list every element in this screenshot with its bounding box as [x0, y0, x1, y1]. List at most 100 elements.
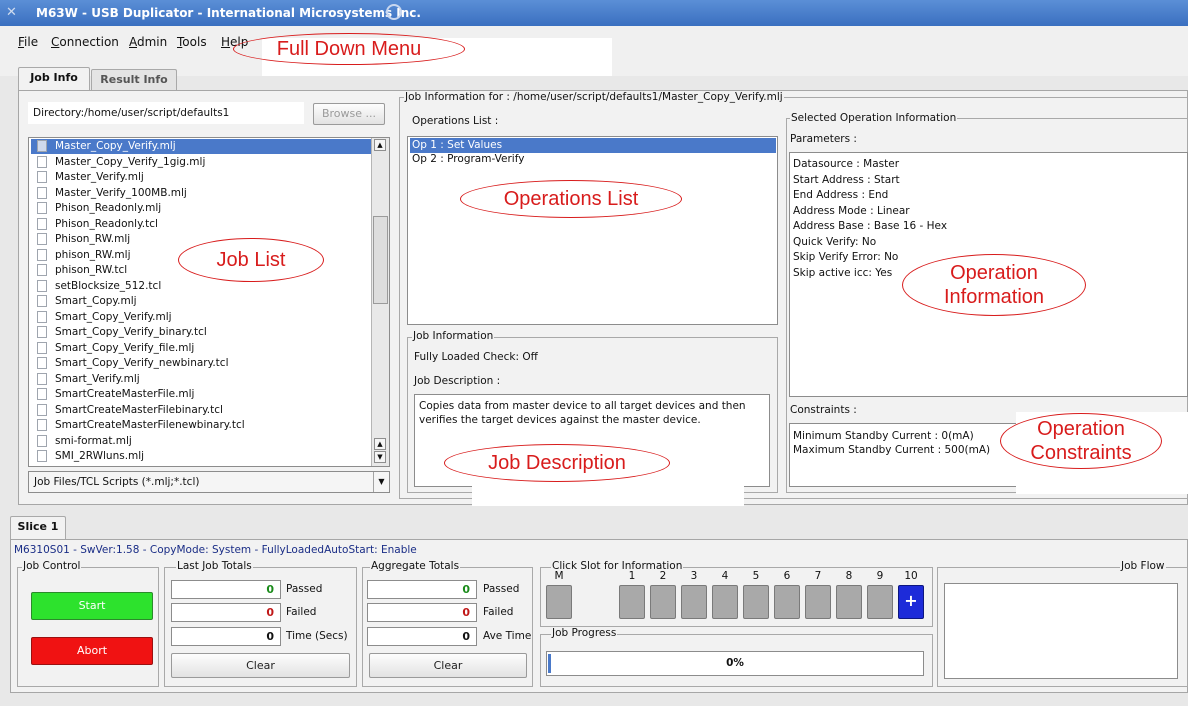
- slot-button[interactable]: [743, 585, 769, 619]
- aggregate-passed-count: 0: [367, 580, 477, 599]
- job-list-item[interactable]: SmartCreateMasterFile.mlj: [31, 387, 373, 402]
- constraint-line: Maximum Standby Current : 500(mA): [793, 444, 991, 456]
- job-list-item[interactable]: SmartCreateMasterFilenewbinary.tcl: [31, 418, 373, 433]
- slot-button[interactable]: [650, 585, 676, 619]
- chevron-down-icon[interactable]: ▼: [373, 472, 389, 492]
- job-list-item-label: Phison_Readonly.mlj: [55, 202, 162, 214]
- aggregate-avetime-count: 0: [367, 627, 477, 646]
- job-list-item[interactable]: smi-format.mlj: [31, 434, 373, 449]
- scroll-thumb[interactable]: [373, 216, 388, 304]
- scroll-up-icon-bottom[interactable]: ▲: [374, 438, 386, 450]
- job-list-item-label: Smart_Copy_Verify.mlj: [55, 310, 172, 323]
- constraints-label: Constraints :: [790, 404, 857, 416]
- parameter-line: Start Address : Start: [793, 173, 900, 186]
- clear-last-button[interactable]: Clear: [171, 653, 350, 678]
- job-list-item[interactable]: Smart_Copy_Verify.mlj: [31, 310, 373, 325]
- job-list-item[interactable]: Phison_Readonly.tcl: [31, 217, 373, 232]
- menu-connection[interactable]: Connection: [51, 35, 119, 49]
- job-list-item[interactable]: Master_Verify.mlj: [31, 170, 373, 185]
- start-button[interactable]: Start: [31, 592, 153, 620]
- slot-button[interactable]: [712, 585, 738, 619]
- job-list-item[interactable]: Smart_Verify.mlj: [31, 372, 373, 387]
- file-icon: [37, 155, 47, 168]
- slot-number: 7: [814, 570, 822, 582]
- job-list-item[interactable]: SMI_2RWluns.mlj: [31, 449, 373, 464]
- file-icon: [37, 372, 47, 385]
- directory-label: Directory:/home/user/script/defaults1: [33, 107, 230, 119]
- operation-item-1[interactable]: Op 1 : Set Values: [410, 138, 776, 153]
- slot-number: M: [554, 570, 564, 582]
- aggregate-failed-count: 0: [367, 603, 477, 622]
- job-list-item[interactable]: Master_Copy_Verify.mlj: [31, 139, 373, 154]
- window-title: M63W - USB Duplicator - International Mi…: [36, 6, 421, 20]
- job-flow-box: [944, 583, 1178, 679]
- scroll-down-icon[interactable]: ▼: [374, 451, 386, 463]
- job-list-item[interactable]: Smart_Copy_Verify_binary.tcl: [31, 325, 373, 340]
- file-icon: [37, 403, 47, 416]
- annotation-operations-list: Operations List: [460, 180, 682, 218]
- slot-number: 1: [628, 570, 636, 582]
- fully-loaded-check: Fully Loaded Check: Off: [414, 351, 538, 363]
- job-list-item-label: setBlocksize_512.tcl: [55, 279, 162, 292]
- tab-job-info[interactable]: Job Info: [18, 67, 90, 91]
- slot-number: 10: [904, 570, 918, 582]
- menu-admin[interactable]: Admin: [129, 35, 167, 49]
- parameters-label: Parameters :: [790, 133, 857, 145]
- job-list-scrollbar[interactable]: ▲ ▲ ▼: [371, 138, 389, 466]
- file-icon: [37, 450, 47, 462]
- annotation-operation-information: Operation Information: [902, 254, 1086, 316]
- job-list-item-label: SmartCreateMasterFile.mlj: [55, 388, 195, 400]
- slot-number: 4: [721, 570, 729, 582]
- annotation-operation-constraints: Operation Constraints: [1000, 413, 1162, 469]
- slot-button[interactable]: [867, 585, 893, 619]
- menu-tools[interactable]: Tools: [177, 35, 207, 49]
- job-list-item[interactable]: Smart_Copy_Verify_file.mlj: [31, 341, 373, 356]
- job-list-item[interactable]: Master_Copy_Verify_1gig.mlj: [31, 155, 373, 170]
- file-filter-select[interactable]: Job Files/TCL Scripts (*.mlj;*.tcl) ▼: [28, 471, 390, 493]
- browse-button[interactable]: Browse ...: [313, 103, 385, 125]
- scroll-up-icon[interactable]: ▲: [374, 139, 386, 151]
- job-description-label: Job Description :: [414, 375, 501, 387]
- slot-button[interactable]: [805, 585, 831, 619]
- job-list-item[interactable]: Smart_Copy.mlj: [31, 294, 373, 309]
- file-icon: [37, 388, 47, 400]
- job-list-item-label: SMI_2RWluns.mlj: [55, 450, 145, 462]
- abort-button[interactable]: Abort: [31, 637, 153, 665]
- job-list-item[interactable]: Master_Verify_100MB.mlj: [31, 186, 373, 201]
- job-list-item[interactable]: setBlocksize_512.tcl: [31, 279, 373, 294]
- ave-time-label: Ave Time: [483, 630, 532, 642]
- slot-add-icon[interactable]: +: [898, 585, 924, 619]
- job-information-label: Job Information: [412, 330, 495, 342]
- last-job-totals-label: Last Job Totals: [176, 560, 253, 572]
- file-icon: [37, 419, 47, 431]
- passed-label: Passed: [286, 583, 323, 595]
- job-list-item[interactable]: SmartCreateMasterFilebinary.tcl: [31, 403, 373, 418]
- file-icon: [37, 140, 47, 152]
- job-list-item-label: SmartCreateMasterFilenewbinary.tcl: [55, 419, 245, 431]
- tab-slice-1[interactable]: Slice 1: [10, 516, 66, 540]
- slot-button[interactable]: [836, 585, 862, 619]
- job-list-item-label: Master_Verify.mlj: [55, 171, 144, 183]
- progress-bar: 0%: [546, 651, 924, 676]
- failed-label: Failed: [286, 606, 317, 618]
- constraints-list: Minimum Standby Current : 0(mA) Maximum S…: [793, 429, 990, 457]
- job-description-text: Copies data from master device to all ta…: [419, 400, 746, 426]
- constraint-line: Minimum Standby Current : 0(mA): [793, 430, 974, 442]
- job-information-for-label: Job Information for : /home/user/script/…: [404, 91, 784, 103]
- job-list-item-label: Smart_Verify.mlj: [55, 372, 140, 385]
- operation-item-2[interactable]: Op 2 : Program-Verify: [410, 152, 776, 167]
- file-icon: [37, 341, 47, 354]
- job-list-item[interactable]: Smart_Copy_Verify_newbinary.tcl: [31, 356, 373, 371]
- slot-button[interactable]: [619, 585, 645, 619]
- job-list-item-label: smi-format.mlj: [55, 434, 132, 447]
- job-list-item-label: Smart_Copy_Verify_file.mlj: [55, 341, 195, 354]
- slot-button[interactable]: [546, 585, 572, 619]
- slot-button[interactable]: [681, 585, 707, 619]
- slot-button[interactable]: [774, 585, 800, 619]
- tab-result-info[interactable]: Result Info: [91, 69, 177, 91]
- job-list-item[interactable]: Phison_Readonly.mlj: [31, 201, 373, 216]
- clear-aggregate-button[interactable]: Clear: [369, 653, 527, 678]
- job-list-item-label: Master_Copy_Verify_1gig.mlj: [55, 155, 206, 168]
- progress-text: 0%: [726, 657, 744, 669]
- menu-file[interactable]: File: [18, 35, 38, 49]
